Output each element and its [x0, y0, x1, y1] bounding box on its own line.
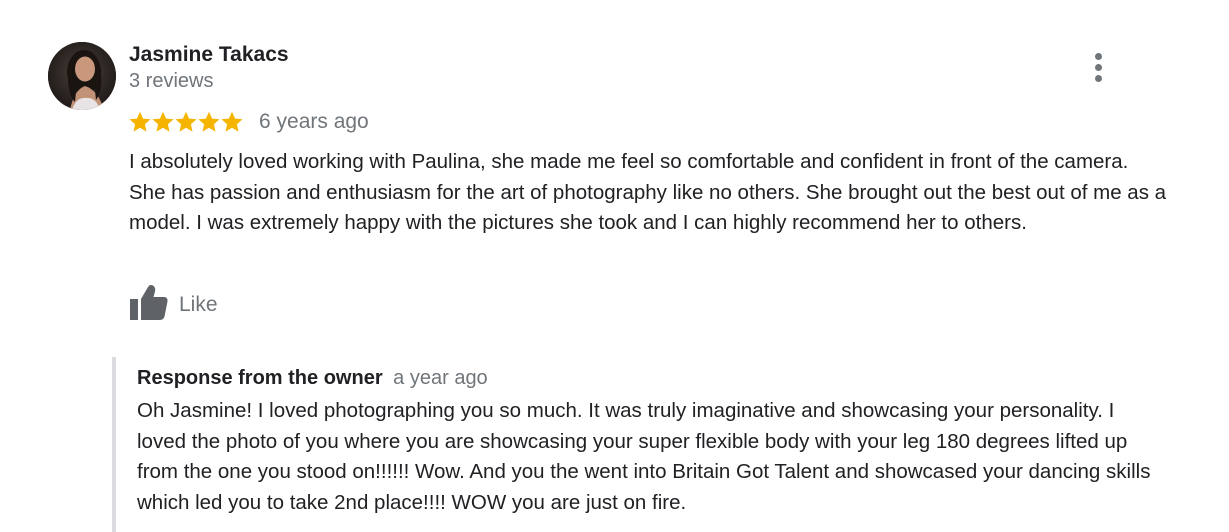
- star-icon: [221, 111, 243, 132]
- rating-row: 6 years ago: [128, 108, 369, 136]
- star-icon: [198, 111, 220, 132]
- star-icon: [152, 111, 174, 132]
- response-title: Response from the owner: [137, 367, 383, 389]
- review-count[interactable]: 3 reviews: [129, 70, 213, 93]
- more-vert-icon[interactable]: [1086, 50, 1112, 84]
- review-time: 6 years ago: [259, 110, 369, 133]
- response-text: Oh Jasmine! I loved photographing you so…: [137, 399, 1151, 514]
- more-dot: [1095, 53, 1102, 60]
- review-card: Jasmine Takacs 3 reviews 6 years ago I a…: [0, 0, 1229, 532]
- star-icon: [129, 111, 151, 132]
- review-text: I absolutely loved working with Paulina,…: [129, 150, 1167, 234]
- star-rating: [128, 110, 243, 134]
- reviewer-name[interactable]: Jasmine Takacs: [129, 43, 289, 67]
- like-button[interactable]: Like: [129, 284, 218, 327]
- response-header: Response from the owner a year ago: [137, 367, 488, 390]
- like-label: Like: [179, 293, 218, 316]
- more-dot: [1095, 64, 1102, 71]
- response-time: a year ago: [393, 367, 488, 389]
- more-dot: [1095, 75, 1102, 82]
- owner-response: Response from the owner a year ago Oh Ja…: [112, 357, 1176, 532]
- avatar[interactable]: [48, 42, 116, 110]
- thumb-up-icon: [129, 284, 169, 327]
- star-icon: [175, 111, 197, 132]
